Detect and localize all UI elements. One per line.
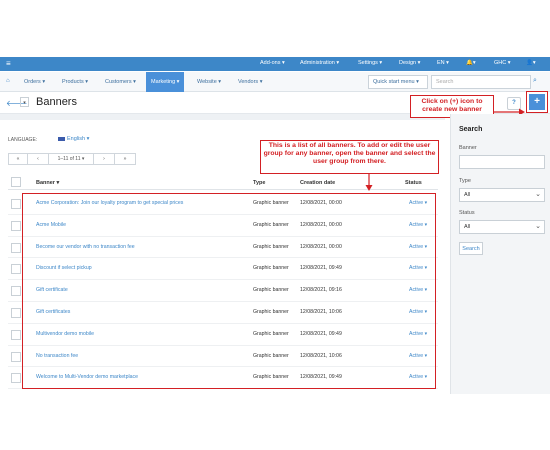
status-filter-label: Status [459,210,475,216]
status-filter-select[interactable]: All [459,220,545,234]
search-button[interactable]: Search [459,242,483,255]
type-filter-select[interactable]: All [459,188,545,202]
sidebar-title: Search [459,126,483,133]
banner-filter-input[interactable] [459,155,545,169]
search-sidebar: Search Banner Type All Status All Search [450,114,550,394]
type-filter-label: Type [459,178,471,184]
banner-filter-label: Banner [459,145,477,151]
